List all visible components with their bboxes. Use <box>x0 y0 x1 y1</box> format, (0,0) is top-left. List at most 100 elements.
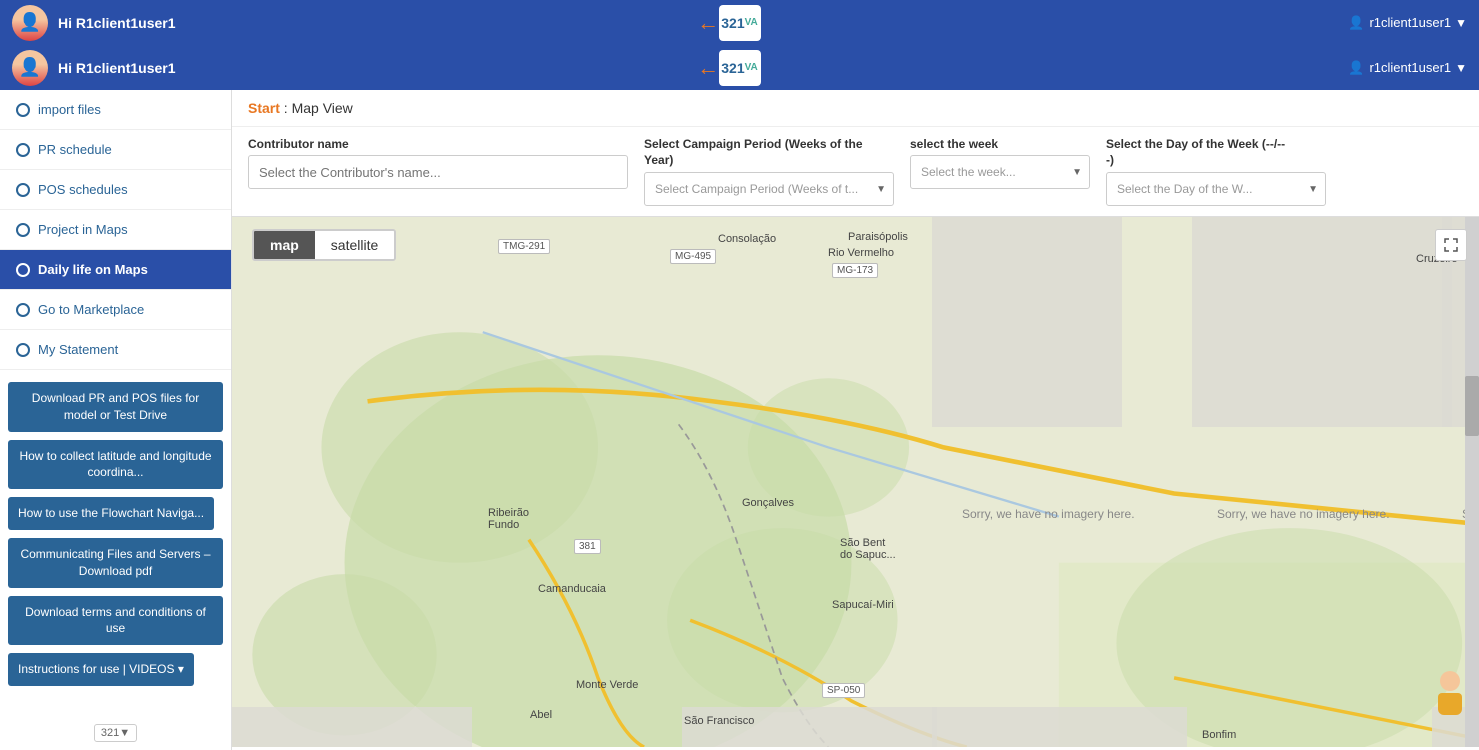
communicating-files-btn[interactable]: Communicating Files and Servers – Downlo… <box>8 538 223 588</box>
avatar-2: 👤 <box>12 50 48 86</box>
instructions-videos-btn[interactable]: Instructions for use | VIDEOS ▾ <box>8 653 194 686</box>
sidebar-buttons-group: Download PR and POS files for model or T… <box>0 378 231 690</box>
filter-bar: Contributor name Select Campaign Period … <box>232 127 1479 217</box>
place-paraisopolis: Paraisópolis <box>848 231 908 243</box>
dropdown-arrow-2[interactable]: ▼ <box>1455 61 1467 75</box>
place-abel: Abel <box>530 709 552 721</box>
sidebar-label-statement: My Statement <box>38 342 118 357</box>
circle-icon-pos <box>16 183 30 197</box>
header-bar-2: 👤 Hi R1client1user1 ← 321 VA r1client1us… <box>0 45 1479 90</box>
place-monte-verde: Monte Verde <box>576 679 638 691</box>
place-consolacao: Consolação <box>718 233 776 245</box>
circle-icon-project <box>16 223 30 237</box>
road-mg-173: MG-173 <box>832 263 878 278</box>
map-view-tabs: map satellite <box>252 229 396 261</box>
main-layout: import files PR schedule POS schedules P… <box>0 90 1479 750</box>
sidebar-item-marketplace[interactable]: Go to Marketplace <box>0 290 231 330</box>
circle-icon-market <box>16 303 30 317</box>
no-imagery-2: Sorry, we have no imagery here. <box>1217 507 1390 521</box>
sidebar-item-statement[interactable]: My Statement <box>0 330 231 370</box>
place-goncalves: Gonçalves <box>742 497 794 509</box>
week-filter-group: select the week Select the week... <box>910 137 1090 189</box>
pegman-body <box>1438 693 1462 715</box>
map-scrollbar-thumb[interactable] <box>1465 376 1479 436</box>
sidebar-label-market: Go to Marketplace <box>38 302 144 317</box>
sidebar-label-project: Project in Maps <box>38 222 128 237</box>
day-label: Select the Day of the Week (--/-- -) <box>1106 137 1326 168</box>
no-imagery-area-4 <box>232 707 472 747</box>
fullscreen-button[interactable] <box>1435 229 1467 261</box>
pegman[interactable] <box>1435 671 1465 719</box>
no-imagery-area-1 <box>932 217 1122 427</box>
breadcrumb-start: Start <box>248 100 280 116</box>
dropdown-arrow-1[interactable]: ▼ <box>1455 16 1467 30</box>
place-sapucai: Sapucaí-Miri <box>832 599 894 611</box>
sidebar-label-pos: POS schedules <box>38 182 128 197</box>
circle-icon-pr <box>16 143 30 157</box>
day-filter-group: Select the Day of the Week (--/-- -) Sel… <box>1106 137 1326 206</box>
breadcrumb: Start : Map View <box>232 90 1479 127</box>
place-sao-bento: São Bentdo Sapuc... <box>840 537 896 561</box>
avatar-1: 👤 <box>12 5 48 41</box>
content-area: Start : Map View Contributor name Select… <box>232 90 1479 750</box>
map-scrollbar[interactable] <box>1465 217 1479 747</box>
download-terms-btn[interactable]: Download terms and conditions of use <box>8 596 223 646</box>
week-select[interactable]: Select the week... <box>910 155 1090 189</box>
place-camanducaia: Camanducaia <box>538 583 606 595</box>
sidebar-item-pos-schedules[interactable]: POS schedules <box>0 170 231 210</box>
map-tab-map[interactable]: map <box>254 231 315 259</box>
place-rio-vermelho: Rio Vermelho <box>828 247 894 259</box>
back-arrow-1[interactable]: ← <box>697 10 719 36</box>
circle-icon-daily <box>16 263 30 277</box>
map-tab-satellite[interactable]: satellite <box>315 231 394 259</box>
fullscreen-icon <box>1444 238 1458 252</box>
sidebar-footer-logo: 321▼ <box>0 716 231 750</box>
user-dropdown-1[interactable]: r1client1user1 <box>1348 15 1451 31</box>
circle-icon-statement <box>16 343 30 357</box>
sidebar-label-daily: Daily life on Maps <box>38 262 148 277</box>
sidebar-label-pr: PR schedule <box>38 142 112 157</box>
logo-321-1: 321 VA <box>719 5 761 41</box>
user-dropdown-2[interactable]: r1client1user1 <box>1348 60 1451 76</box>
campaign-filter-group: Select Campaign Period (Weeks of the Yea… <box>644 137 894 206</box>
sidebar-label-import: import files <box>38 102 101 117</box>
pegman-head <box>1440 671 1460 691</box>
collect-coords-btn[interactable]: How to collect latitude and longitude co… <box>8 440 223 490</box>
header-greeting-1: Hi R1client1user1 <box>58 15 687 31</box>
contributor-filter-group: Contributor name <box>248 137 628 189</box>
contributor-label: Contributor name <box>248 137 628 151</box>
back-arrow-2[interactable]: ← <box>697 55 719 81</box>
download-pr-pos-btn[interactable]: Download PR and POS files for model or T… <box>8 382 223 432</box>
header-bar-1: 👤 Hi R1client1user1 ← 321 VA r1client1us… <box>0 0 1479 45</box>
sidebar-item-project-maps[interactable]: Project in Maps <box>0 210 231 250</box>
road-sp-050: SP-050 <box>822 683 865 698</box>
place-bonfim: Bonfim <box>1202 729 1236 741</box>
place-ribeirao: RibeirãoFundo <box>488 507 529 531</box>
breadcrumb-current: Map View <box>292 100 353 116</box>
sidebar: import files PR schedule POS schedules P… <box>0 90 232 750</box>
day-select[interactable]: Select the Day of the W... <box>1106 172 1326 206</box>
no-imagery-area-2 <box>1192 217 1452 427</box>
sidebar-item-import-files[interactable]: import files <box>0 90 231 130</box>
week-label: select the week <box>910 137 1090 151</box>
road-mg-495: MG-495 <box>670 249 716 264</box>
no-imagery-area-5 <box>682 707 937 747</box>
campaign-select[interactable]: Select Campaign Period (Weeks of t... <box>644 172 894 206</box>
campaign-label: Select Campaign Period (Weeks of the Yea… <box>644 137 894 168</box>
sidebar-item-pr-schedule[interactable]: PR schedule <box>0 130 231 170</box>
road-381: 381 <box>574 539 601 554</box>
map-container[interactable]: map satellite Sorry, we have no imagery … <box>232 217 1479 747</box>
sidebar-item-daily-maps[interactable]: Daily life on Maps <box>0 250 231 290</box>
header-greeting-2: Hi R1client1user1 <box>58 60 687 76</box>
day-select-wrapper: Select the Day of the W... <box>1106 172 1326 206</box>
breadcrumb-separator: : <box>284 100 292 116</box>
avatar-img-2: 👤 <box>12 50 48 86</box>
no-imagery-area-6 <box>932 707 1187 747</box>
week-select-wrapper: Select the week... <box>910 155 1090 189</box>
flowchart-btn[interactable]: How to use the Flowchart Naviga... <box>8 497 214 530</box>
avatar-img-1: 👤 <box>12 5 48 41</box>
campaign-select-wrapper: Select Campaign Period (Weeks of t... <box>644 172 894 206</box>
contributor-input[interactable] <box>248 155 628 189</box>
footer-logo-text: 321▼ <box>94 724 137 742</box>
sidebar-spacer <box>0 690 231 716</box>
